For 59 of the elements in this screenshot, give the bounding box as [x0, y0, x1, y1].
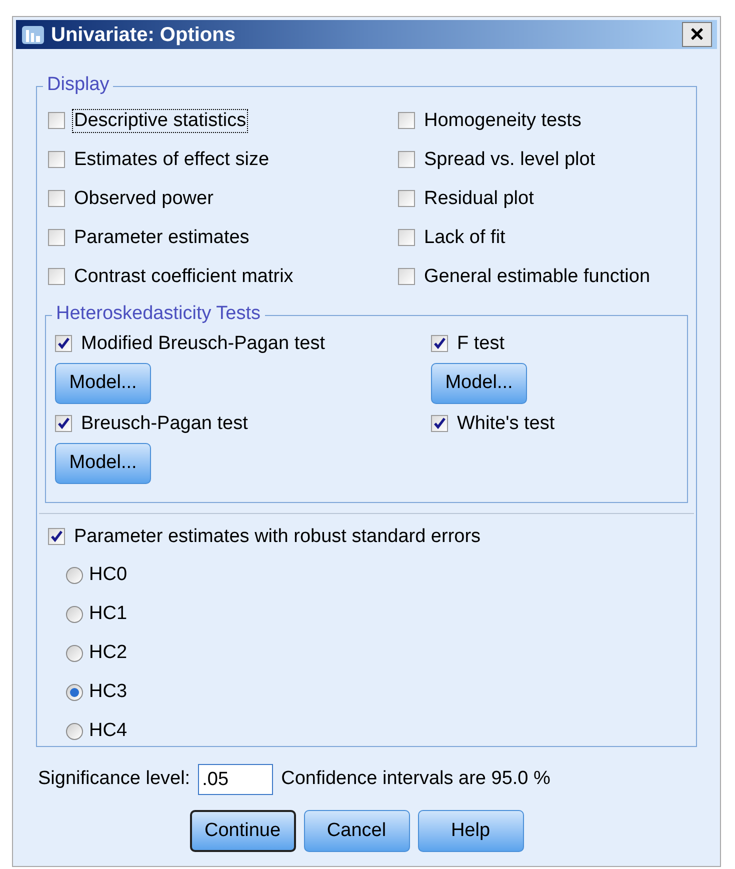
checkbox-label: White's test — [456, 412, 556, 434]
significance-field[interactable]: .05 — [198, 764, 274, 795]
checkbox[interactable] — [48, 151, 65, 168]
radio-label: HC4 — [89, 719, 128, 744]
radio-label: HC1 — [89, 602, 128, 626]
checkmark-icon — [57, 417, 70, 430]
close-button[interactable]: × — [682, 22, 712, 47]
checkbox[interactable] — [398, 112, 415, 129]
checkbox-label: Observed power — [73, 188, 214, 210]
checkbox[interactable] — [398, 229, 415, 246]
radio-button[interactable] — [66, 567, 83, 584]
checkmark-icon — [433, 417, 446, 430]
checkbox[interactable] — [48, 268, 65, 285]
checkmark-icon — [433, 337, 446, 350]
dialog-button[interactable]: Help — [418, 810, 524, 852]
checkbox[interactable] — [398, 190, 415, 207]
dialog-button[interactable]: Continue — [190, 810, 296, 852]
checkbox-label: Contrast coefficient matrix — [73, 266, 294, 288]
radio-label: HC3 — [89, 680, 128, 704]
model-button[interactable]: Model... — [55, 443, 151, 484]
confidence-note: Confidence intervals are 95.0 % — [281, 767, 550, 792]
group-title: Display — [43, 74, 114, 96]
checkmark-icon — [57, 337, 70, 350]
window-title: Univariate: Options — [51, 22, 236, 48]
app-icon — [21, 24, 45, 46]
checkbox[interactable] — [55, 415, 72, 432]
checkbox[interactable] — [48, 528, 65, 545]
group-title: Heteroskedasticity Tests — [52, 303, 265, 325]
checkbox-label: Lack of fit — [423, 226, 506, 248]
model-button[interactable]: Model... — [431, 363, 527, 404]
checkbox-label: General estimable function — [423, 266, 652, 288]
checkbox[interactable] — [48, 190, 65, 207]
checkbox-label: F test — [456, 332, 506, 354]
checkbox[interactable] — [398, 268, 415, 285]
checkbox-label: Parameter estimates — [73, 226, 250, 248]
radio-button[interactable] — [66, 684, 83, 701]
checkbox-label: Descriptive statistics — [73, 110, 248, 132]
checkbox-label: Homogeneity tests — [423, 110, 582, 132]
checkbox[interactable] — [431, 415, 448, 432]
radio-button[interactable] — [66, 606, 83, 623]
checkbox-label: Parameter estimates with robust standard errors — [73, 526, 482, 548]
checkbox[interactable] — [55, 335, 72, 352]
checkbox[interactable] — [398, 151, 415, 168]
radio-button[interactable] — [66, 723, 83, 740]
significance-label: Significance level: — [38, 767, 190, 792]
radio-button[interactable] — [66, 645, 83, 662]
radio-label: HC2 — [89, 641, 128, 666]
radio-label: HC0 — [89, 563, 128, 588]
checkbox-label: Modified Breusch-Pagan test — [80, 332, 326, 354]
checkmark-icon — [50, 530, 63, 543]
checkbox-label: Estimates of effect size — [73, 148, 270, 170]
checkbox[interactable] — [48, 112, 65, 129]
checkbox[interactable] — [48, 229, 65, 246]
checkbox-label: Spread vs. level plot — [423, 148, 596, 170]
checkbox-label: Residual plot — [423, 188, 535, 210]
checkbox-label: Breusch-Pagan test — [80, 412, 249, 434]
checkbox[interactable] — [431, 335, 448, 352]
dialog-button[interactable]: Cancel — [304, 810, 410, 852]
model-button[interactable]: Model... — [55, 363, 151, 404]
